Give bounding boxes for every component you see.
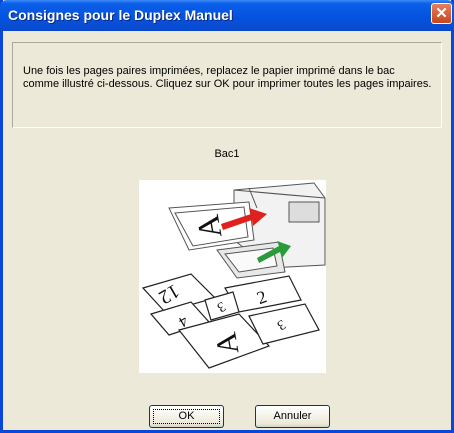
instructions-panel: Une fois les pages paires imprimées, rep… (12, 42, 442, 128)
cancel-button-label: Annuler (273, 410, 312, 422)
printer-illustration-icon: A 12 4 3 2 3 A (141, 182, 326, 369)
close-icon: ✕ (435, 5, 448, 22)
focus-rectangle (153, 409, 220, 424)
tray-label: Bac1 (214, 148, 240, 160)
duplex-illustration: A 12 4 3 2 3 A (139, 180, 326, 373)
close-button[interactable]: ✕ (431, 3, 452, 24)
dialog-window: Consignes pour le Duplex Manuel ✕ Une fo… (0, 0, 454, 433)
ok-button[interactable]: OK (149, 405, 224, 428)
instructions-text: Une fois les pages paires imprimées, rep… (23, 65, 432, 90)
cancel-button[interactable]: Annuler (255, 405, 330, 428)
window-title: Consignes pour le Duplex Manuel (8, 7, 233, 23)
title-bar[interactable]: Consignes pour le Duplex Manuel ✕ (0, 0, 454, 31)
